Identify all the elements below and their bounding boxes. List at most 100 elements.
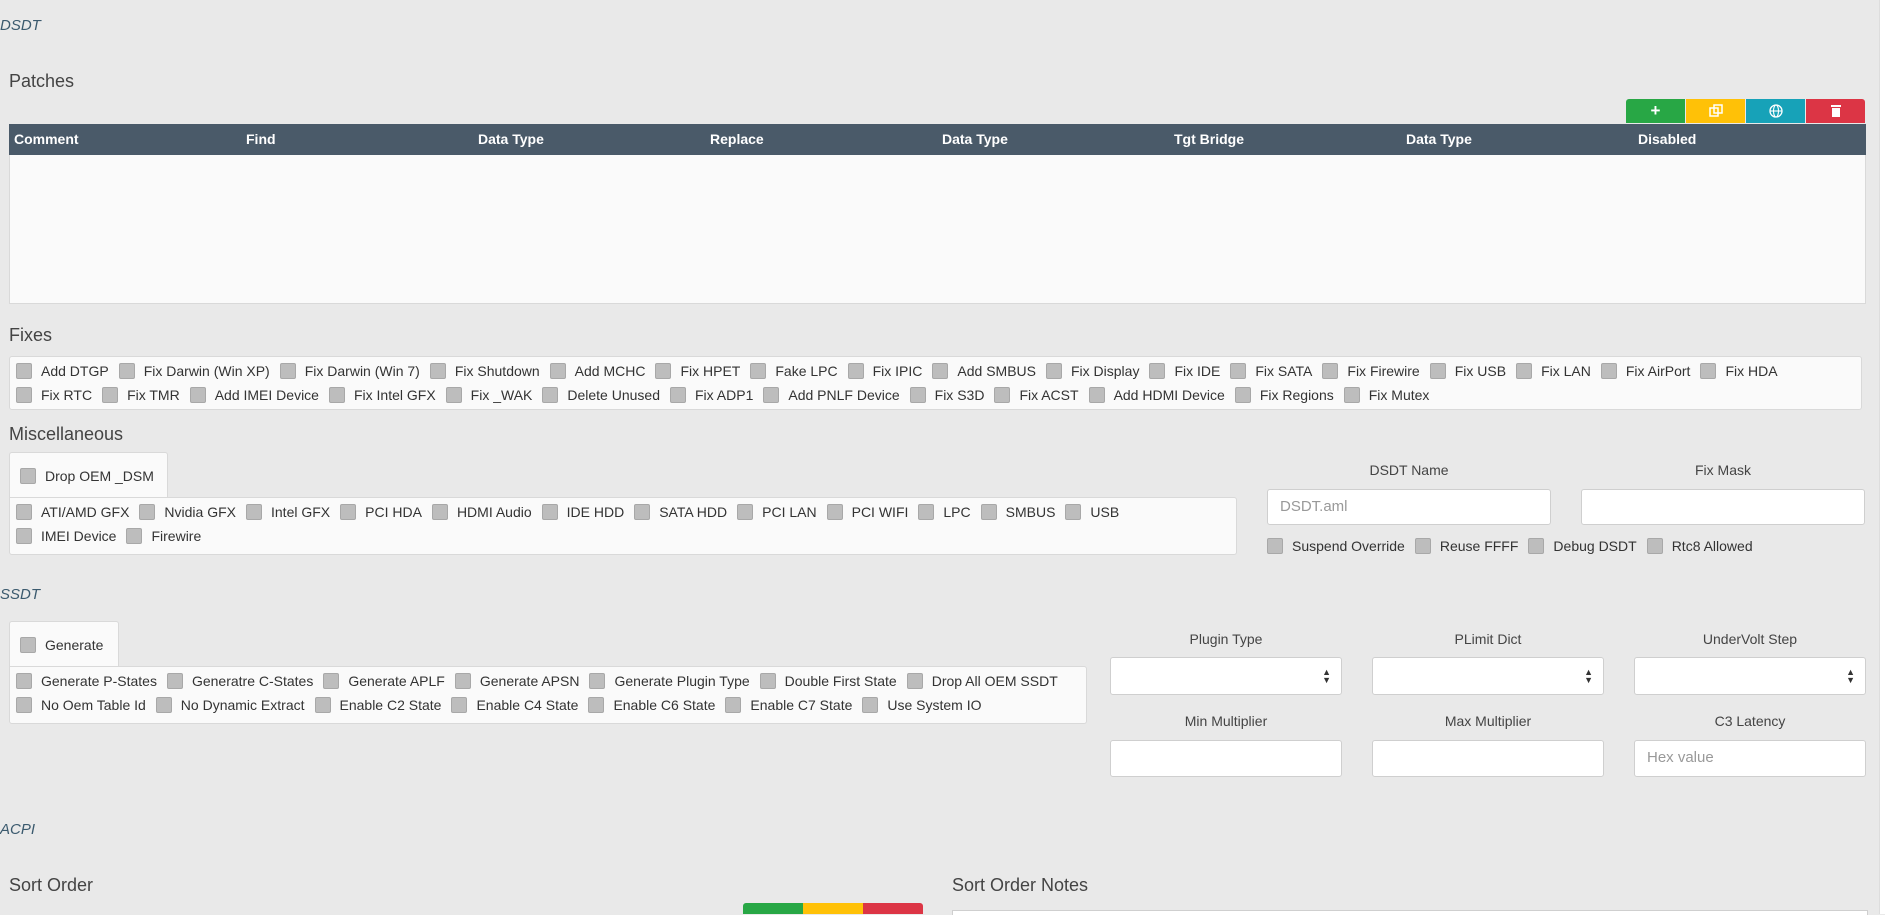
col-comment[interactable]: Comment <box>14 124 79 155</box>
checkbox-box[interactable] <box>670 387 686 403</box>
fix-checkbox[interactable]: Add DTGP <box>16 359 109 383</box>
misc-checkbox[interactable]: Firewire <box>126 524 201 548</box>
misc-checkbox[interactable]: PCI HDA <box>340 500 422 524</box>
ssdt-checkbox[interactable]: Generate APLF <box>323 669 445 693</box>
fix-checkbox[interactable]: Add PNLF Device <box>763 383 900 407</box>
checkbox-box[interactable] <box>909 387 926 403</box>
misc-option-checkbox[interactable]: Reuse FFFF <box>1414 534 1518 558</box>
checkbox-box[interactable] <box>118 363 135 379</box>
checkbox-box[interactable] <box>1045 363 1062 379</box>
drop-oem-dsm-tab[interactable]: Drop OEM _DSM <box>9 452 168 498</box>
duplicate-patch-button[interactable] <box>1686 99 1745 123</box>
col-find[interactable]: Find <box>246 124 276 155</box>
drop-oem-dsm-checkbox[interactable]: Drop OEM _DSM <box>20 464 154 488</box>
misc-option-checkbox[interactable]: Suspend Override <box>1267 534 1405 558</box>
ssdt-checkbox[interactable]: Enable C4 State <box>451 693 578 717</box>
checkbox-box[interactable] <box>20 636 36 653</box>
checkbox-box[interactable] <box>759 673 776 689</box>
checkbox-box[interactable] <box>454 673 471 689</box>
checkbox-box[interactable] <box>750 363 767 379</box>
checkbox-box[interactable] <box>1267 538 1283 554</box>
ssdt-checkbox[interactable]: No Dynamic Extract <box>155 693 305 717</box>
fix-checkbox[interactable]: Delete Unused <box>542 383 660 407</box>
ssdt-checkbox[interactable]: Generate APSN <box>454 669 579 693</box>
fix-checkbox[interactable]: Add SMBUS <box>932 359 1036 383</box>
checkbox-box[interactable] <box>246 504 262 520</box>
ssdt-checkbox[interactable]: No Oem Table Id <box>16 693 146 717</box>
checkbox-box[interactable] <box>189 387 206 403</box>
max-multiplier-input[interactable] <box>1372 740 1604 777</box>
misc-checkbox[interactable]: ATI/AMD GFX <box>16 500 129 524</box>
fix-checkbox[interactable]: Fix _WAK <box>445 383 532 407</box>
checkbox-box[interactable] <box>541 504 558 520</box>
checkbox-box[interactable] <box>16 504 32 520</box>
checkbox-box[interactable] <box>862 697 879 713</box>
globe-patch-button[interactable] <box>1746 99 1805 123</box>
ssdt-checkbox[interactable]: Drop All OEM SSDT <box>906 669 1058 693</box>
checkbox-box[interactable] <box>20 467 36 484</box>
checkbox-box[interactable] <box>763 387 780 403</box>
col-disabled[interactable]: Disabled <box>1638 124 1696 155</box>
ssdt-checkbox[interactable]: Enable C7 State <box>725 693 852 717</box>
checkbox-box[interactable] <box>826 504 843 520</box>
checkbox-box[interactable] <box>279 363 296 379</box>
checkbox-box[interactable] <box>16 673 32 689</box>
checkbox-box[interactable] <box>1700 363 1717 379</box>
col-bridge-data-type[interactable]: Data Type <box>1406 124 1472 155</box>
checkbox-box[interactable] <box>906 673 923 689</box>
fix-checkbox[interactable]: Fix S3D <box>909 383 984 407</box>
fix-checkbox[interactable]: Fix Display <box>1045 359 1139 383</box>
checkbox-box[interactable] <box>1646 538 1663 554</box>
checkbox-box[interactable] <box>1065 504 1082 520</box>
fix-mask-input[interactable] <box>1581 489 1865 525</box>
plimit-dict-select[interactable]: ▲ ▼ <box>1372 657 1604 695</box>
ssdt-checkbox[interactable]: Use System IO <box>862 693 982 717</box>
checkbox-box[interactable] <box>340 504 357 520</box>
misc-checkbox[interactable]: Nvidia GFX <box>139 500 236 524</box>
undervolt-step-select[interactable]: ▲ ▼ <box>1634 657 1866 695</box>
checkbox-box[interactable] <box>445 387 462 403</box>
checkbox-box[interactable] <box>314 697 331 713</box>
c3-latency-input[interactable]: Hex value <box>1634 740 1866 777</box>
checkbox-box[interactable] <box>431 504 448 520</box>
checkbox-box[interactable] <box>139 504 156 520</box>
checkbox-box[interactable] <box>328 387 345 403</box>
checkbox-box[interactable] <box>588 697 605 713</box>
page-scrollbar[interactable] <box>1879 0 1885 914</box>
min-multiplier-input[interactable] <box>1110 740 1342 777</box>
fix-checkbox[interactable]: Fix SATA <box>1230 359 1312 383</box>
fix-checkbox[interactable]: Fake LPC <box>750 359 838 383</box>
checkbox-box[interactable] <box>737 504 754 520</box>
checkbox-box[interactable] <box>16 528 32 544</box>
misc-checkbox[interactable]: HDMI Audio <box>431 500 532 524</box>
fix-checkbox[interactable]: Fix Intel GFX <box>328 383 436 407</box>
add-patch-button[interactable]: + <box>1626 99 1685 123</box>
generate-checkbox[interactable]: Generate <box>20 633 103 657</box>
fix-checkbox[interactable]: Fix Regions <box>1234 383 1334 407</box>
add-sort-button[interactable] <box>743 903 803 914</box>
checkbox-box[interactable] <box>918 504 935 520</box>
fix-checkbox[interactable]: Fix IDE <box>1149 359 1220 383</box>
checkbox-box[interactable] <box>549 363 566 379</box>
misc-checkbox[interactable]: SATA HDD <box>634 500 727 524</box>
fix-checkbox[interactable]: Add IMEI Device <box>189 383 319 407</box>
checkbox-box[interactable] <box>102 387 119 403</box>
patches-table-body[interactable] <box>9 155 1866 304</box>
misc-checkbox[interactable]: LPC <box>918 500 971 524</box>
plugin-type-select[interactable]: ▲ ▼ <box>1110 657 1342 695</box>
checkbox-box[interactable] <box>932 363 949 379</box>
checkbox-box[interactable] <box>980 504 997 520</box>
checkbox-box[interactable] <box>1429 363 1446 379</box>
misc-checkbox[interactable]: IDE HDD <box>541 500 624 524</box>
checkbox-box[interactable] <box>1343 387 1360 403</box>
checkbox-box[interactable] <box>1230 363 1247 379</box>
col-find-data-type[interactable]: Data Type <box>478 124 544 155</box>
duplicate-sort-button[interactable] <box>803 903 863 914</box>
checkbox-box[interactable] <box>847 363 864 379</box>
checkbox-box[interactable] <box>1234 387 1251 403</box>
fix-checkbox[interactable]: Fix HPET <box>655 359 740 383</box>
misc-option-checkbox[interactable]: Debug DSDT <box>1528 534 1637 558</box>
misc-checkbox[interactable]: USB <box>1065 500 1119 524</box>
fix-checkbox[interactable]: Fix Mutex <box>1343 383 1429 407</box>
col-replace[interactable]: Replace <box>710 124 764 155</box>
